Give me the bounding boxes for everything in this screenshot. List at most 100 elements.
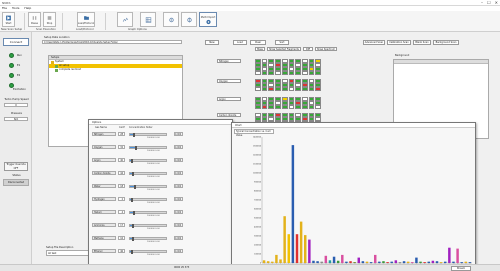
- fragment-cell[interactable]: [295, 105, 301, 109]
- cal-value[interactable]: 40: [118, 158, 125, 162]
- graph-line-button[interactable]: [117, 12, 133, 27]
- fragment-row[interactable]: [255, 71, 322, 75]
- fragment-cell[interactable]: [288, 87, 295, 91]
- multi-import-button[interactable]: Multi Import: [199, 12, 217, 27]
- graph-table-button[interactable]: [140, 12, 156, 27]
- concentration-slider[interactable]: [129, 250, 167, 254]
- pause-button[interactable]: Pause: [28, 12, 41, 27]
- concentration-slider[interactable]: [129, 224, 167, 228]
- fragment-cell[interactable]: [308, 71, 315, 75]
- background-scan-button[interactable]: Background Scan: [433, 40, 459, 45]
- concentration-value[interactable]: 0.000: [174, 158, 183, 162]
- concentration-slider[interactable]: [129, 198, 167, 202]
- trigger-override-button[interactable]: Trigger Override OFF: [4, 162, 28, 171]
- show-selected-fragments-button[interactable]: Show Selected Fragments: [267, 47, 301, 51]
- fragment-cell[interactable]: [281, 87, 288, 91]
- fragment-cell[interactable]: [268, 105, 275, 109]
- concentration-slider[interactable]: [129, 133, 167, 137]
- load-protocol-button[interactable]: Load/Protocol: [77, 12, 95, 27]
- slider-thumb[interactable]: [131, 224, 134, 228]
- slider-thumb[interactable]: [130, 250, 133, 254]
- maximize-icon[interactable]: ☐: [487, 0, 491, 5]
- slider-thumb[interactable]: [132, 211, 135, 215]
- mass-button[interactable]: Mass: [255, 47, 265, 51]
- diff-button[interactable]: Diff: [303, 47, 313, 51]
- concentration-value[interactable]: 0.000: [174, 197, 183, 201]
- fragment-cell[interactable]: [295, 71, 301, 75]
- fragment-row[interactable]: [255, 87, 322, 91]
- settings-button[interactable]: [163, 12, 179, 27]
- fragment-cell[interactable]: [268, 71, 275, 75]
- concentration-value[interactable]: 0.000: [174, 236, 183, 240]
- cal-value[interactable]: 28: [118, 132, 125, 136]
- concentration-value[interactable]: 0.000: [174, 249, 183, 253]
- slider-thumb[interactable]: [132, 237, 135, 241]
- concentration-slider[interactable]: [129, 185, 167, 189]
- element-name[interactable]: Argon: [217, 97, 241, 101]
- fragment-cell[interactable]: [301, 105, 308, 109]
- fragment-cell[interactable]: [308, 87, 315, 91]
- element-name[interactable]: Nitrogen: [217, 59, 241, 63]
- cal-value[interactable]: 44: [118, 171, 125, 175]
- fragment-cell[interactable]: [315, 87, 322, 91]
- fragment-cell[interactable]: [255, 71, 261, 75]
- fragment-cell[interactable]: [275, 71, 281, 75]
- clear-button[interactable]: Clear: [250, 40, 266, 45]
- cal-value[interactable]: 16: [118, 236, 125, 240]
- concentration-value[interactable]: 0.000: [174, 184, 183, 188]
- fragment-cell[interactable]: [255, 87, 261, 91]
- blank-scan-button[interactable]: Blank Scan: [413, 40, 431, 45]
- concentration-slider[interactable]: [129, 146, 167, 150]
- cal-value[interactable]: 18: [118, 184, 125, 188]
- concentration-value[interactable]: 0.000: [174, 132, 183, 136]
- stream-button[interactable]: Stream: [451, 266, 471, 271]
- tools-button[interactable]: [181, 12, 197, 27]
- concentration-slider[interactable]: [129, 211, 167, 215]
- close-icon[interactable]: ✕: [495, 0, 498, 5]
- fragment-cell[interactable]: [315, 105, 322, 109]
- fragment-cell[interactable]: [275, 87, 281, 91]
- fragment-cell[interactable]: [261, 71, 268, 75]
- cal-value[interactable]: 46: [118, 249, 125, 253]
- tree-item[interactable]: complete renmost: [49, 68, 182, 72]
- concentration-value[interactable]: 0.000: [174, 145, 183, 149]
- calibration-scan-button[interactable]: Calibration Scan: [387, 40, 411, 45]
- slider-thumb[interactable]: [130, 159, 133, 163]
- slider-thumb[interactable]: [132, 133, 135, 137]
- fragment-cell[interactable]: [301, 71, 308, 75]
- cal-value[interactable]: 4: [118, 210, 125, 214]
- connect-button[interactable]: Connect: [3, 38, 29, 46]
- new-button[interactable]: New: [205, 40, 219, 45]
- start-button[interactable]: Start: [2, 12, 15, 27]
- concentration-value[interactable]: 0.000: [174, 210, 183, 214]
- fragment-cell[interactable]: [281, 105, 288, 109]
- advanced-scan-button[interactable]: Advanced Scan: [363, 40, 385, 45]
- concentration-value[interactable]: 0.000: [174, 223, 183, 227]
- concentration-value[interactable]: 0.000: [174, 171, 183, 175]
- concentration-slider[interactable]: [129, 237, 167, 241]
- fragment-cell[interactable]: [268, 87, 275, 91]
- load-button[interactable]: Load: [233, 40, 247, 45]
- stop-button[interactable]: Stop: [43, 12, 56, 27]
- fragment-cell[interactable]: [308, 105, 315, 109]
- element-name[interactable]: Oxygen: [217, 79, 241, 83]
- setup-location-field[interactable]: C:\Users\Pete_L\Holder\Analytical\20XX-C…: [42, 40, 182, 44]
- concentration-slider[interactable]: [129, 159, 167, 163]
- fragment-cell[interactable]: [301, 87, 308, 91]
- cal-value[interactable]: 17: [118, 223, 125, 227]
- slider-thumb[interactable]: [134, 146, 137, 150]
- fragment-cell[interactable]: [295, 87, 301, 91]
- fragment-cell[interactable]: [288, 71, 295, 75]
- concentration-slider[interactable]: [129, 172, 167, 176]
- slider-thumb[interactable]: [132, 172, 135, 176]
- fragment-cell[interactable]: [315, 71, 322, 75]
- fragment-cell[interactable]: [261, 105, 268, 109]
- cal-value[interactable]: 2: [118, 197, 125, 201]
- fragment-cell[interactable]: [288, 105, 295, 109]
- minimize-icon[interactable]: –: [481, 0, 483, 5]
- cal-value[interactable]: 32: [118, 145, 125, 149]
- sort-button[interactable]: Sort: [275, 40, 289, 45]
- fragment-cell[interactable]: [281, 71, 288, 75]
- show-spectrum-button[interactable]: Show Spectrum: [315, 47, 337, 51]
- slider-thumb[interactable]: [131, 198, 134, 202]
